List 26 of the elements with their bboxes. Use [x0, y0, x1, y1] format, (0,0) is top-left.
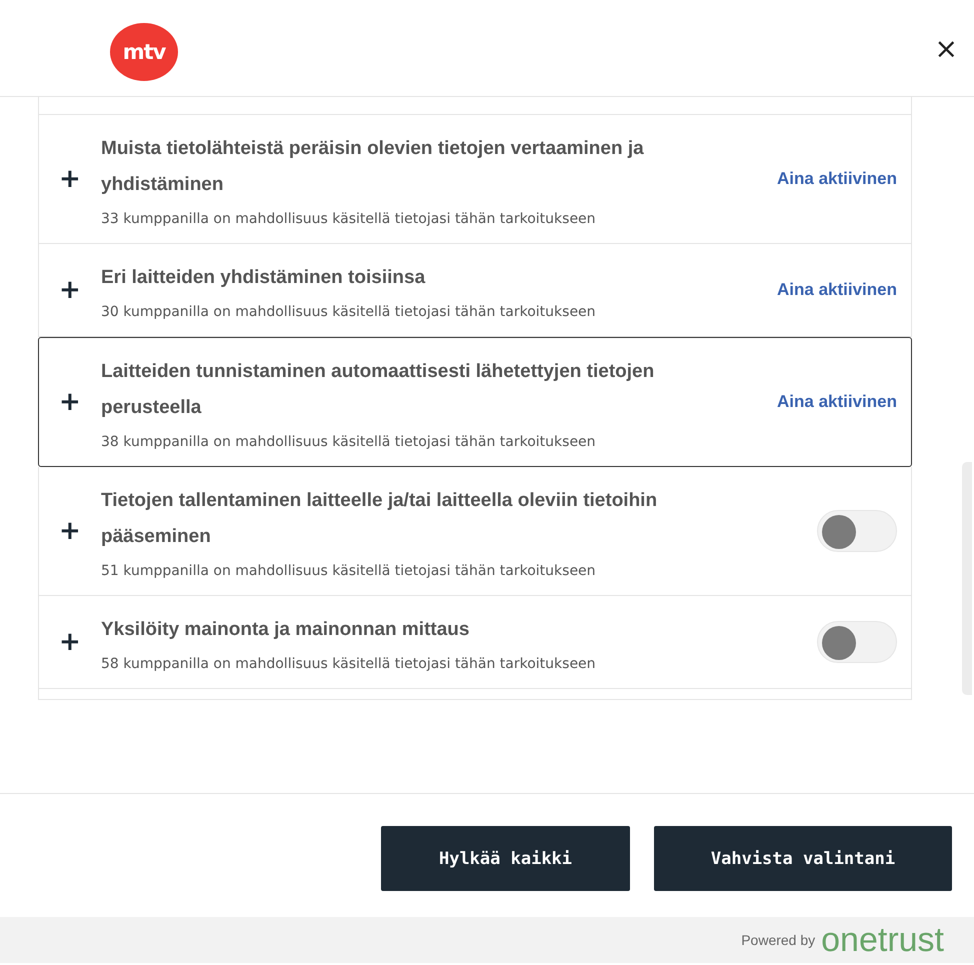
close-button[interactable]: × — [930, 28, 962, 68]
brand-logo: onetrust — [821, 923, 944, 957]
expand-button[interactable]: + — [59, 387, 79, 417]
confirm-button[interactable]: Vahvista valintani — [654, 826, 952, 891]
purpose-title: Yksilöity mainonta ja mainonnan mittaus — [101, 618, 470, 642]
purpose-title: Eri laitteiden yhdistäminen toisiinsa — [101, 266, 426, 290]
purpose-description: 58 kumppanilla on mahdollisuus käsitellä tietojasi tähän tarkoitukseen — [101, 656, 597, 672]
expand-button[interactable]: + — [59, 275, 79, 305]
expand-button[interactable]: + — [59, 164, 79, 194]
purpose-description: 30 kumppanilla on mahdollisuus käsitellä tietojasi tähän tarkoitukseen — [101, 304, 597, 320]
expand-button[interactable]: + — [59, 516, 79, 546]
purpose-description: 33 kumppanilla on mahdollisuus käsitellä tietojasi tähän tarkoitukseen — [101, 211, 597, 227]
purpose-title: Tietojen tallentaminen laitteelle ja/tai laitteella oleviin tietoihin pääseminen — [101, 489, 658, 549]
expand-button[interactable]: + — [59, 627, 79, 657]
purpose-description: 51 kumppanilla on mahdollisuus käsitellä tietojasi tähän tarkoitukseen — [101, 563, 597, 579]
status-label: Aina aktiivinen — [777, 169, 897, 189]
status-label: Aina aktiivinen — [777, 392, 897, 412]
purpose-title: Muista tietolähteistä peräisin olevien tietojen vertaaminen ja yhdistäminen — [101, 137, 645, 197]
reject-all-button[interactable]: Hylkää kaikki — [381, 826, 630, 891]
toggle-switch[interactable] — [817, 621, 897, 663]
purpose-title: Laitteiden tunnistaminen automaattisesti lähetettyjen tietojen perusteella — [101, 360, 656, 420]
logo: mtv — [110, 23, 178, 81]
purpose-description: 38 kumppanilla on mahdollisuus käsitellä tietojasi tähän tarkoitukseen — [101, 434, 597, 450]
status-label: Aina aktiivinen — [777, 280, 897, 300]
toggle-switch[interactable] — [817, 510, 897, 552]
powered-by-text: Powered by — [741, 932, 816, 948]
